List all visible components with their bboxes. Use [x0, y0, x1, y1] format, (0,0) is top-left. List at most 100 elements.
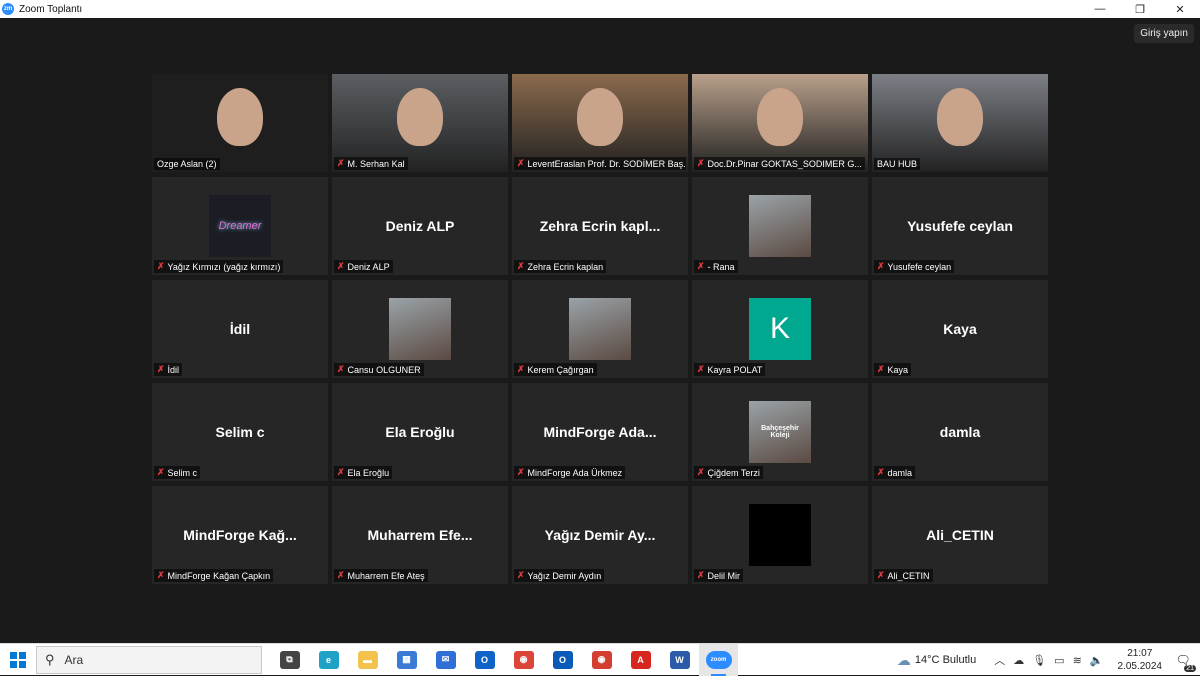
participant-tile[interactable]: MindForge Kağ... ✗ MindForge Kağan Çapkın: [152, 486, 328, 584]
participant-tile[interactable]: Zehra Ecrin kapl... ✗ Zehra Ecrin kaplan: [512, 177, 688, 275]
participant-tile[interactable]: ✗ Delil Mir: [692, 486, 868, 584]
clock[interactable]: 21:07 2.05.2024: [1118, 647, 1163, 673]
chrome-profile-icon: ◉: [591, 650, 612, 669]
participant-tile[interactable]: Selim c ✗ Selim c: [152, 383, 328, 481]
close-button[interactable]: ✕: [1160, 0, 1200, 18]
participant-tile[interactable]: ✗ M. Serhan Kal: [332, 74, 508, 172]
participant-tile[interactable]: MindForge Ada... ✗ MindForge Ada Ürkmez: [512, 383, 688, 481]
mic-muted-icon: ✗: [877, 261, 885, 271]
participant-name-label: ✗ Yağız Demir Aydın: [514, 569, 605, 582]
participant-tile[interactable]: ✗ Cansu OLGUNER: [332, 280, 508, 378]
store-icon: ▦: [396, 650, 417, 669]
participant-tile[interactable]: Deniz ALP ✗ Deniz ALP: [332, 177, 508, 275]
participant-tile[interactable]: ✗ LeventEraslan Prof. Dr. SODİMER Baş...: [512, 74, 688, 172]
mic-muted-icon: ✗: [517, 364, 525, 374]
avatar-photo: Bahçeşehir Koleji: [749, 401, 811, 463]
participant-tile[interactable]: Ozge Aslan (2): [152, 74, 328, 172]
participant-name: Kayra POLAT: [707, 364, 763, 375]
taskbar-app-chrome[interactable]: ◉: [504, 644, 543, 676]
participant-tile[interactable]: Ali_CETIN ✗ Ali_CETIN: [872, 486, 1048, 584]
participant-name-label: ✗ Yusufefe ceylan: [874, 260, 955, 273]
minimize-button[interactable]: —: [1080, 0, 1120, 18]
participant-display-name: İdil: [229, 321, 251, 337]
search-placeholder: Ara: [64, 652, 84, 667]
participant-tile[interactable]: Yağız Demir Ay... ✗ Yağız Demir Aydın: [512, 486, 688, 584]
clock-time: 21:07: [1127, 648, 1153, 659]
person-silhouette: [397, 88, 443, 146]
participant-name: MindForge Kağan Çapkın: [167, 570, 271, 581]
participant-tile[interactable]: Ela Eroğlu ✗ Ela Eroğlu: [332, 383, 508, 481]
taskbar-search-input[interactable]: ⚲ Ara: [36, 645, 262, 674]
participant-tile[interactable]: ✗ Kerem Çağırgan: [512, 280, 688, 378]
onedrive-icon[interactable]: ☁: [1013, 654, 1024, 667]
participant-display-name: Ali_CETIN: [926, 527, 994, 543]
chevron-up-icon[interactable]: ︿: [994, 652, 1005, 668]
taskbar-app-acrobat[interactable]: A: [621, 644, 660, 676]
mic-muted-icon: ✗: [697, 467, 705, 477]
participant-display-name: Muharrem Efe...: [367, 527, 473, 543]
participant-name-label: Ozge Aslan (2): [154, 158, 220, 170]
taskbar-app-mail[interactable]: ✉: [426, 644, 465, 676]
taskbar-app-edge[interactable]: e: [309, 644, 348, 676]
participant-tile[interactable]: BAU HUB: [872, 74, 1048, 172]
participant-display-name: Zehra Ecrin kapl...: [539, 218, 661, 234]
participant-tile[interactable]: ✗ Doc.Dr.Pinar GOKTAS_SODIMER G...: [692, 74, 868, 172]
participant-name-label: ✗ - Rana: [694, 260, 738, 273]
wifi-icon[interactable]: ≋: [1073, 654, 1082, 667]
notification-count: 21: [1184, 665, 1196, 672]
taskbar-app-store[interactable]: ▦: [387, 644, 426, 676]
participant-name-label: ✗ M. Serhan Kal: [334, 157, 408, 170]
weather-temp: 14°C: [914, 654, 940, 666]
participant-tile[interactable]: İdil ✗ İdil: [152, 280, 328, 378]
participant-display-name: MindForge Kağ...: [183, 527, 297, 543]
participant-tile[interactable]: Kaya ✗ Kaya: [872, 280, 1048, 378]
taskbar-app-outlook-new[interactable]: O: [543, 644, 582, 676]
microphone-icon[interactable]: 🎙: [1032, 654, 1046, 667]
participant-tile[interactable]: K ✗ Kayra POLAT: [692, 280, 868, 378]
taskbar-app-task-view[interactable]: ⧉: [270, 644, 309, 676]
participant-name-label: BAU HUB: [874, 158, 921, 170]
participant-tile[interactable]: Muharrem Efe... ✗ Muharrem Efe Ateş: [332, 486, 508, 584]
taskbar-app-word[interactable]: W: [660, 644, 699, 676]
taskbar-app-chrome-profile[interactable]: ◉: [582, 644, 621, 676]
weather-widget[interactable]: ☁ 14°C Bulutlu: [897, 652, 976, 669]
participant-tile[interactable]: Bahçeşehir Koleji ✗ Çiğdem Terzi: [692, 383, 868, 481]
battery-icon[interactable]: ▭: [1054, 654, 1064, 667]
gallery-grid: Ozge Aslan (2) ✗ M. Serhan Kal ✗ LeventErasl…: [152, 74, 1048, 584]
participant-tile[interactable]: Yusufefe ceylan ✗ Yusufefe ceylan: [872, 177, 1048, 275]
volume-icon[interactable]: 🔈: [1090, 654, 1104, 667]
participant-name-label: ✗ Selim c: [154, 466, 201, 479]
chrome-icon: ◉: [513, 650, 534, 669]
person-silhouette: [217, 88, 263, 146]
mic-muted-icon: ✗: [697, 261, 705, 271]
sign-in-button[interactable]: Giriş yapın: [1134, 24, 1194, 43]
participant-tile[interactable]: Dreamer ✗ Yağız Kırmızı (yağız kırmızı): [152, 177, 328, 275]
window-title: Zoom Toplantı: [19, 3, 83, 15]
participant-tile[interactable]: ✗ - Rana: [692, 177, 868, 275]
participant-name: M. Serhan Kal: [347, 158, 405, 169]
participant-display-name: Yağız Demir Ay...: [544, 527, 656, 543]
participant-tile[interactable]: damla ✗ damla: [872, 383, 1048, 481]
mic-muted-icon: ✗: [157, 467, 165, 477]
participant-name-label: ✗ Çiğdem Terzi: [694, 466, 763, 479]
taskbar-app-file-explorer[interactable]: ▬: [348, 644, 387, 676]
participant-name: Kaya: [887, 364, 909, 375]
person-silhouette: [577, 88, 623, 146]
weather-condition: Bulutlu: [942, 654, 977, 666]
taskbar-app-outlook[interactable]: O: [465, 644, 504, 676]
acrobat-icon: A: [630, 650, 651, 669]
participant-name-label: ✗ Kayra POLAT: [694, 363, 766, 376]
participant-name: Ozge Aslan (2): [157, 159, 217, 169]
participant-name: BAU HUB: [877, 159, 918, 169]
notification-center-button[interactable]: 🗨 21: [1172, 649, 1196, 672]
participant-name: Selim c: [167, 467, 198, 478]
participant-name: Ali_CETIN: [887, 570, 930, 581]
start-button[interactable]: [0, 644, 36, 676]
participant-name-label: ✗ İdil: [154, 363, 183, 376]
participant-display-name: Yusufefe ceylan: [907, 218, 1013, 234]
restore-button[interactable]: ❐: [1120, 0, 1160, 18]
taskbar-app-zoom[interactable]: zoom: [699, 643, 738, 676]
mic-muted-icon: ✗: [697, 364, 705, 374]
person-silhouette: [757, 88, 803, 146]
tray-icons: ︿ ☁ 🎙 ▭ ≋ 🔈: [990, 652, 1107, 668]
